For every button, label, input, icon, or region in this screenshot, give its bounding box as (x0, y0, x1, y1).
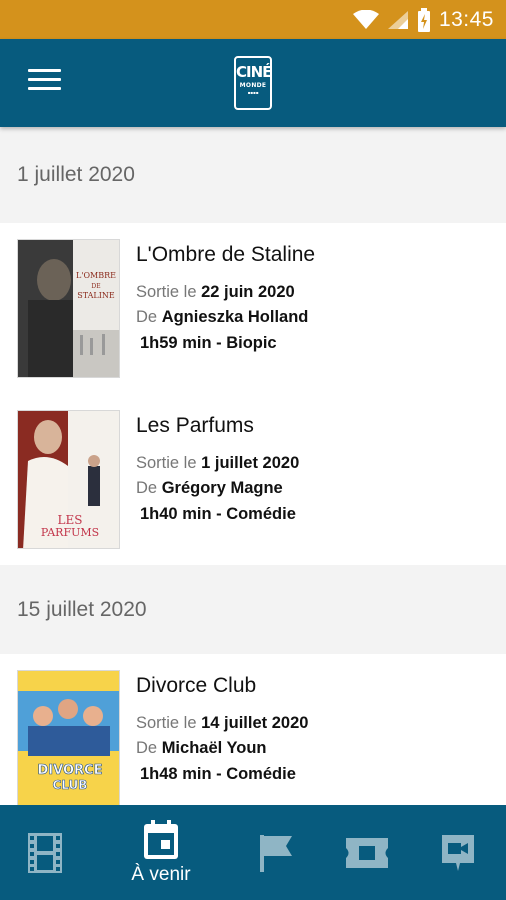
film-poster: DIVORCE CLUB (17, 670, 120, 805)
wifi-icon (352, 10, 379, 29)
status-bar: 13:45 (0, 0, 506, 39)
release-line: Sortie le 14 juillet 2020 (136, 714, 309, 732)
logo-text-top: CINÉ (236, 63, 272, 81)
date-header: 15 juillet 2020 (0, 565, 506, 654)
video-icon (442, 834, 474, 871)
film-icon (28, 832, 62, 873)
status-time: 13:45 (438, 8, 494, 31)
nav-item-tickets[interactable] (327, 805, 407, 900)
poster-title-text: PARFUMS (41, 526, 99, 539)
director-line: De Agnieszka Holland (136, 308, 309, 326)
svg-text:STALINE: STALINE (77, 291, 115, 300)
nav-item-a-venir[interactable]: À venir (121, 805, 201, 900)
film-poster: LES PARFUMS (17, 410, 120, 549)
film-card[interactable]: DIVORCE CLUB Divorce Club Sortie le 14 j… (0, 654, 506, 805)
director-name: Grégory Magne (161, 479, 283, 497)
nav-label: À venir (131, 863, 191, 885)
nav-item-video[interactable] (418, 805, 498, 900)
app-logo: CINÉ MONDE ▪▪▪▪ (234, 56, 272, 110)
signal-icon (387, 11, 408, 29)
svg-text:DE: DE (91, 283, 100, 290)
film-title: L'Ombre de Staline (136, 243, 316, 266)
film-card[interactable]: LES PARFUMS Les Parfums Sortie le 1 juil… (0, 394, 506, 565)
app-bar: CINÉ MONDE ▪▪▪▪ (0, 39, 506, 127)
flag-icon (260, 834, 292, 872)
film-info: 1h40 min - Comédie (140, 505, 296, 523)
release-date: 1 juillet 2020 (201, 454, 300, 472)
date-header-label: 15 juillet 2020 (17, 597, 147, 621)
calendar-icon (144, 819, 178, 859)
battery-charging-icon (417, 8, 430, 32)
ticket-icon (346, 837, 388, 868)
film-card[interactable]: L'OMBRE DE STALINE L'Ombre de Staline So… (0, 223, 506, 394)
film-info: 1h59 min - Biopic (140, 334, 277, 352)
film-title: Les Parfums (136, 414, 254, 437)
director-line: De Michaël Youn (136, 739, 267, 757)
film-info: 1h48 min - Comédie (140, 765, 296, 783)
bottom-nav: À venir (0, 805, 506, 900)
release-line: Sortie le 22 juin 2020 (136, 283, 295, 301)
date-header: 1 juillet 2020 (0, 127, 506, 223)
svg-text:LES: LES (58, 513, 83, 527)
release-date: 22 juin 2020 (201, 283, 295, 301)
date-header-label: 1 juillet 2020 (17, 163, 135, 186)
poster-title-text: DIVORCE (38, 763, 103, 778)
menu-icon (28, 69, 61, 72)
menu-button[interactable] (28, 69, 61, 95)
upcoming-list[interactable]: 1 juillet 2020 L'OMBRE DE STALINE L'Ombr… (0, 127, 506, 805)
status-icons: 13:45 (352, 7, 494, 33)
release-date: 14 juillet 2020 (201, 714, 309, 732)
release-line: Sortie le 1 juillet 2020 (136, 454, 300, 472)
director-line: De Grégory Magne (136, 479, 283, 497)
film-title: Divorce Club (136, 674, 257, 697)
logo-text-bottom: MONDE (239, 82, 267, 89)
director-name: Michaël Youn (161, 739, 267, 757)
nav-item-films[interactable] (5, 805, 85, 900)
poster-title-text: L'OMBRE (76, 271, 116, 280)
svg-text:CLUB: CLUB (53, 778, 88, 792)
director-name: Agnieszka Holland (161, 308, 309, 326)
film-poster: L'OMBRE DE STALINE (17, 239, 120, 378)
nav-item-flag[interactable] (236, 805, 316, 900)
